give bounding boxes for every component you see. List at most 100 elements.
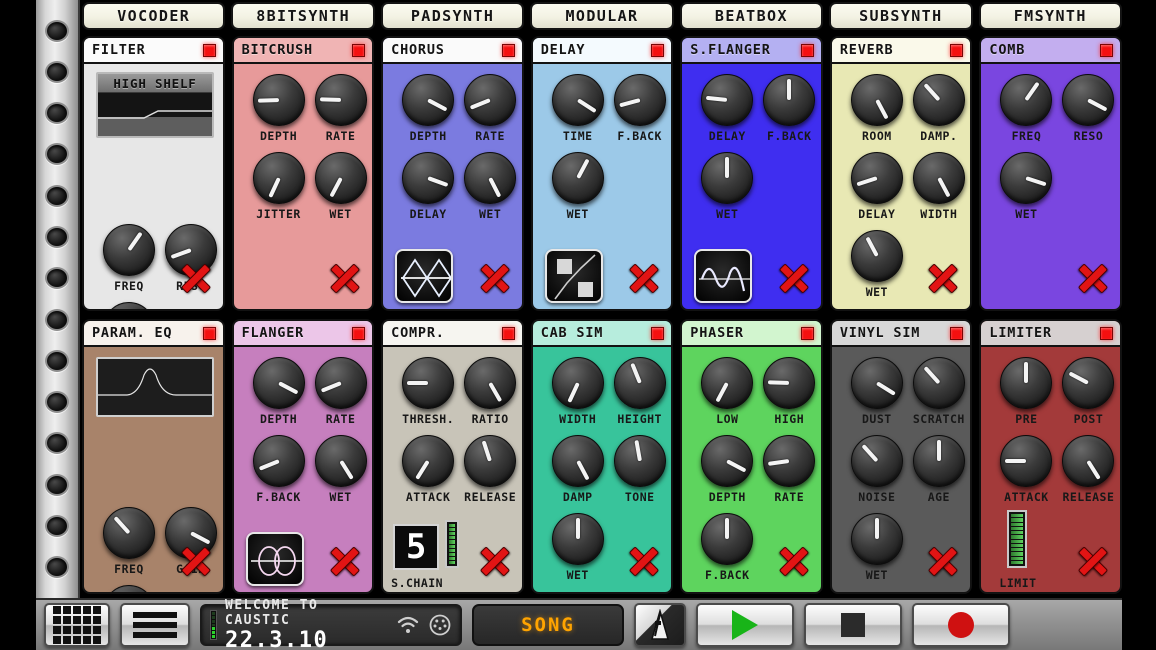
knob-low[interactable]: LOW <box>696 357 758 426</box>
knob-dial[interactable] <box>464 435 516 487</box>
remove-effect-button[interactable] <box>179 544 213 578</box>
knob-pre[interactable]: PRE <box>995 357 1057 426</box>
knob-dial[interactable] <box>402 435 454 487</box>
power-led-indicator[interactable] <box>801 44 814 57</box>
menu-button[interactable] <box>120 603 190 647</box>
power-led-indicator[interactable] <box>203 327 216 340</box>
knob-dial[interactable] <box>552 74 604 126</box>
knob-dial[interactable] <box>913 152 965 204</box>
knob-dial[interactable] <box>763 74 815 126</box>
knob-dial[interactable] <box>552 513 604 565</box>
knob-dial[interactable] <box>913 74 965 126</box>
knob-dial[interactable] <box>315 152 367 204</box>
knob-dial[interactable] <box>701 152 753 204</box>
knob-dial[interactable] <box>464 152 516 204</box>
effect-panel-flanger[interactable]: FLANGERDEPTHRATEF.BACKWET <box>232 319 375 594</box>
knob-dial[interactable] <box>103 585 155 594</box>
knob-dial[interactable] <box>552 152 604 204</box>
knob-dial[interactable] <box>315 435 367 487</box>
machine-tab-modular[interactable]: MODULAR <box>530 2 673 30</box>
knob-release[interactable]: RELEASE <box>1057 435 1119 504</box>
knob-dial[interactable] <box>1062 74 1114 126</box>
power-led-indicator[interactable] <box>203 44 216 57</box>
knob-rate[interactable]: RATE <box>310 74 372 143</box>
knob-wet[interactable]: WET <box>459 152 521 221</box>
knob-dial[interactable] <box>701 357 753 409</box>
knob-wet[interactable]: WET <box>995 152 1057 221</box>
knob-dial[interactable] <box>851 513 903 565</box>
machine-tab-subsynth[interactable]: SUBSYNTH <box>829 2 972 30</box>
knob-dial[interactable] <box>402 74 454 126</box>
knob-gain[interactable]: GAIN <box>98 302 160 311</box>
knob-dial[interactable] <box>1000 152 1052 204</box>
knob-room[interactable]: ROOM <box>846 74 908 143</box>
knob-post[interactable]: POST <box>1057 357 1119 426</box>
knob-dial[interactable] <box>402 152 454 204</box>
knob-ratio[interactable]: RATIO <box>459 357 521 426</box>
effect-panel-chorus[interactable]: CHORUSDEPTHRATEDELAYWET <box>381 36 524 311</box>
knob-dial[interactable] <box>103 507 155 559</box>
knob-freq[interactable]: FREQ <box>995 74 1057 143</box>
remove-effect-button[interactable] <box>926 544 960 578</box>
knob-dust[interactable]: DUST <box>846 357 908 426</box>
power-led-indicator[interactable] <box>950 44 963 57</box>
knob-dial[interactable] <box>701 435 753 487</box>
power-led-indicator[interactable] <box>651 44 664 57</box>
knob-dial[interactable] <box>763 435 815 487</box>
remove-effect-button[interactable] <box>328 261 362 295</box>
knob-attack[interactable]: ATTACK <box>397 435 459 504</box>
knob-wet[interactable]: WET <box>547 152 609 221</box>
sidechain-value-display[interactable]: 5 <box>393 524 439 570</box>
knob-tone[interactable]: TONE <box>609 435 671 504</box>
knob-wet[interactable]: WET <box>846 230 908 299</box>
knob-dial[interactable] <box>552 435 604 487</box>
knob-freq[interactable]: FREQ <box>98 224 160 293</box>
knob-dial[interactable] <box>253 74 305 126</box>
effect-panel-cab-sim[interactable]: CAB SIMWIDTHHEIGHTDAMPTONEWET <box>531 319 674 594</box>
knob-fback[interactable]: F.BACK <box>758 74 820 143</box>
knob-noise[interactable]: NOISE <box>846 435 908 504</box>
remove-effect-button[interactable] <box>179 261 213 295</box>
effect-panel-phaser[interactable]: PHASERLOWHIGHDEPTHRATEF.BACK <box>680 319 823 594</box>
effect-panel-param-eq[interactable]: PARAM. EQFREQGAINB.WIDTH <box>82 319 225 594</box>
knob-dial[interactable] <box>464 74 516 126</box>
record-button[interactable] <box>912 603 1010 647</box>
song-button[interactable]: SONG <box>472 604 624 646</box>
machine-tab-beatbox[interactable]: BEATBOX <box>680 2 823 30</box>
knob-delay[interactable]: DELAY <box>696 74 758 143</box>
knob-dial[interactable] <box>103 302 155 311</box>
knob-dial[interactable] <box>851 435 903 487</box>
machine-tab-vocoder[interactable]: VOCODER <box>82 2 225 30</box>
knob-dial[interactable] <box>851 152 903 204</box>
power-led-indicator[interactable] <box>1100 327 1113 340</box>
knob-damp[interactable]: DAMP. <box>908 74 970 143</box>
knob-dial[interactable] <box>253 435 305 487</box>
machine-tab-8bitsynth[interactable]: 8BITSYNTH <box>231 2 374 30</box>
effect-panel-reverb[interactable]: REVERBROOMDAMP.DELAYWIDTHWET <box>830 36 973 311</box>
knob-rate[interactable]: RATE <box>758 435 820 504</box>
knob-dial[interactable] <box>614 357 666 409</box>
knob-freq[interactable]: FREQ <box>98 507 160 576</box>
remove-effect-button[interactable] <box>1076 261 1110 295</box>
knob-release[interactable]: RELEASE <box>459 435 521 504</box>
machine-tab-padsynth[interactable]: PADSYNTH <box>381 2 524 30</box>
knob-dial[interactable] <box>464 357 516 409</box>
knob-dial[interactable] <box>552 357 604 409</box>
effect-panel-filter[interactable]: FILTERHIGH SHELFFREQRESOGAIN <box>82 36 225 311</box>
remove-effect-button[interactable] <box>478 544 512 578</box>
knob-rate[interactable]: RATE <box>459 74 521 143</box>
knob-wet[interactable]: WET <box>547 513 609 582</box>
play-button[interactable] <box>696 603 794 647</box>
power-led-indicator[interactable] <box>950 327 963 340</box>
status-display[interactable]: WELCOME TO CAUSTIC 22.3.10 <box>200 604 462 646</box>
power-led-indicator[interactable] <box>502 327 515 340</box>
power-led-indicator[interactable] <box>502 44 515 57</box>
effect-panel-delay[interactable]: DELAYTIMEF.BACKWET <box>531 36 674 311</box>
knob-dial[interactable] <box>253 152 305 204</box>
remove-effect-button[interactable] <box>627 261 661 295</box>
knob-delay[interactable]: DELAY <box>846 152 908 221</box>
knob-depth[interactable]: DEPTH <box>696 435 758 504</box>
knob-depth[interactable]: DEPTH <box>248 74 310 143</box>
remove-effect-button[interactable] <box>777 544 811 578</box>
delay-taps-button[interactable] <box>545 249 603 303</box>
